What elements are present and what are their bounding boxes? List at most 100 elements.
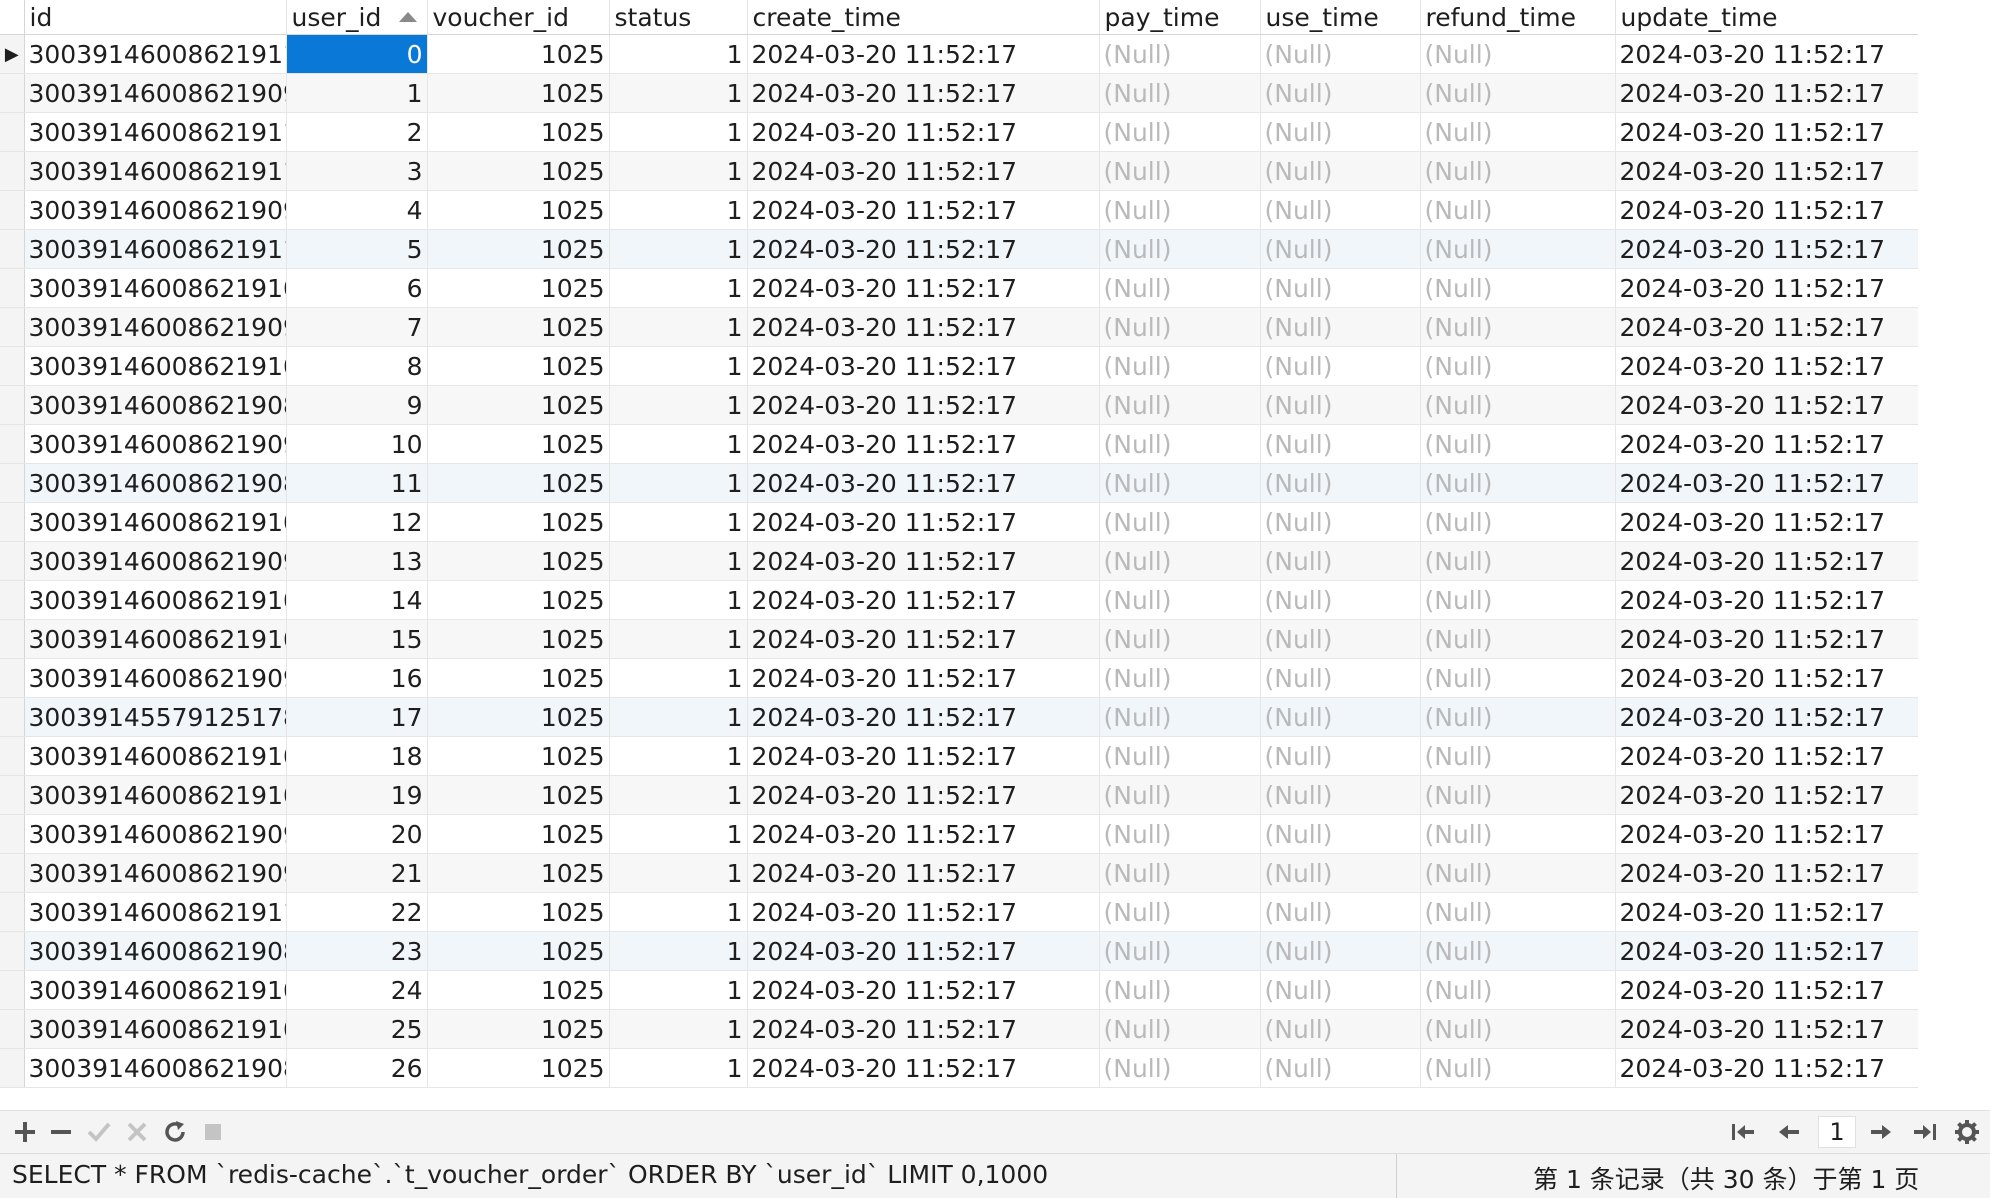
cell-voucher-id[interactable]: 1025 [427,229,610,269]
cell-pay-time[interactable]: (Null) [1099,970,1261,1010]
cell-use-time[interactable]: (Null) [1260,268,1421,308]
row-marker[interactable] [0,814,25,854]
next-page-icon[interactable] [1864,1115,1898,1149]
cell-update-time[interactable]: 2024-03-20 11:52:17 [1615,931,1919,971]
cell-status[interactable]: 1 [609,502,748,542]
cell-use-time[interactable]: (Null) [1260,970,1421,1010]
cell-voucher-id[interactable]: 1025 [427,931,610,971]
cell-status[interactable]: 1 [609,385,748,425]
table-row[interactable]: 30039146008621909210102512024-03-20 11:5… [0,424,1919,464]
cell-voucher-id[interactable]: 1025 [427,112,610,152]
cell-status[interactable]: 1 [609,697,748,737]
table-row[interactable]: 30039145579125178917102512024-03-20 11:5… [0,697,1919,737]
cell-id[interactable]: 300391460086219090 [24,853,287,893]
column-header-pay-time[interactable]: pay_time [1099,0,1261,35]
table-row[interactable]: 30039146008621910024102512024-03-20 11:5… [0,970,1919,1010]
cell-id[interactable]: 300391460086219089 [24,385,287,425]
cell-voucher-id[interactable]: 1025 [427,814,610,854]
cell-use-time[interactable]: (Null) [1260,736,1421,776]
cell-pay-time[interactable]: (Null) [1099,463,1261,503]
cell-pay-time[interactable]: (Null) [1099,931,1261,971]
cell-refund-time[interactable]: (Null) [1420,1048,1616,1088]
cell-voucher-id[interactable]: 1025 [427,424,610,464]
cell-create-time[interactable]: 2024-03-20 11:52:17 [747,853,1100,893]
cell-create-time[interactable]: 2024-03-20 11:52:17 [747,619,1100,659]
cell-user-id[interactable]: 3 [286,151,428,191]
row-marker[interactable] [0,229,25,269]
cell-status[interactable]: 1 [609,463,748,503]
cell-pay-time[interactable]: (Null) [1099,112,1261,152]
cell-id[interactable]: 300391460086219098 [24,658,287,698]
cell-status[interactable]: 1 [609,619,748,659]
cell-user-id[interactable]: 14 [286,580,428,620]
cell-user-id[interactable]: 5 [286,229,428,269]
cell-update-time[interactable]: 2024-03-20 11:52:17 [1615,1009,1919,1049]
table-row[interactable]: 30039146008621909816102512024-03-20 11:5… [0,658,1919,698]
row-marker[interactable] [0,307,25,347]
cell-id[interactable]: 300391460086219113 [24,151,287,191]
cell-id[interactable]: 300391460086219109 [24,580,287,620]
cell-status[interactable]: 1 [609,892,748,932]
cell-create-time[interactable]: 2024-03-20 11:52:17 [747,268,1100,308]
cell-update-time[interactable]: 2024-03-20 11:52:17 [1615,73,1919,113]
cell-create-time[interactable]: 2024-03-20 11:52:17 [747,970,1100,1010]
cell-id[interactable]: 300391460086219087 [24,931,287,971]
cell-status[interactable]: 1 [609,268,748,308]
table-row[interactable]: 30039146008621910819102512024-03-20 11:5… [0,775,1919,815]
cell-status[interactable]: 1 [609,229,748,269]
cell-voucher-id[interactable]: 1025 [427,853,610,893]
cell-create-time[interactable]: 2024-03-20 11:52:17 [747,112,1100,152]
cell-id[interactable]: 300391460086219112 [24,229,287,269]
cell-create-time[interactable]: 2024-03-20 11:52:17 [747,346,1100,386]
cell-refund-time[interactable]: (Null) [1420,424,1616,464]
cell-user-id[interactable]: 21 [286,853,428,893]
cell-status[interactable]: 1 [609,1048,748,1088]
cell-create-time[interactable]: 2024-03-20 11:52:17 [747,385,1100,425]
cell-voucher-id[interactable]: 1025 [427,73,610,113]
cell-pay-time[interactable]: (Null) [1099,34,1261,74]
row-marker[interactable] [0,853,25,893]
cell-status[interactable]: 1 [609,424,748,464]
cell-voucher-id[interactable]: 1025 [427,892,610,932]
table-row[interactable]: 30039146008621910318102512024-03-20 11:5… [0,736,1919,776]
cell-create-time[interactable]: 2024-03-20 11:52:17 [747,463,1100,503]
cell-update-time[interactable]: 2024-03-20 11:52:17 [1615,814,1919,854]
cell-refund-time[interactable]: (Null) [1420,931,1616,971]
row-marker[interactable] [0,112,25,152]
cell-voucher-id[interactable]: 1025 [427,34,610,74]
cell-update-time[interactable]: 2024-03-20 11:52:17 [1615,1048,1919,1088]
cell-status[interactable]: 1 [609,151,748,191]
cell-id[interactable]: 300391460086219106 [24,346,287,386]
cell-status[interactable]: 1 [609,307,748,347]
cell-pay-time[interactable]: (Null) [1099,697,1261,737]
cell-id[interactable]: 300391460086219104 [24,502,287,542]
cell-id[interactable]: 300391460086219105 [24,619,287,659]
cell-update-time[interactable]: 2024-03-20 11:52:17 [1615,112,1919,152]
cell-pay-time[interactable]: (Null) [1099,658,1261,698]
cell-refund-time[interactable]: (Null) [1420,502,1616,542]
cell-use-time[interactable]: (Null) [1260,190,1421,230]
cell-user-id[interactable]: 4 [286,190,428,230]
cell-update-time[interactable]: 2024-03-20 11:52:17 [1615,619,1919,659]
cell-pay-time[interactable]: (Null) [1099,229,1261,269]
cell-use-time[interactable]: (Null) [1260,502,1421,542]
cell-status[interactable]: 1 [609,970,748,1010]
cell-update-time[interactable]: 2024-03-20 11:52:17 [1615,34,1919,74]
row-marker[interactable] [0,190,25,230]
cell-update-time[interactable]: 2024-03-20 11:52:17 [1615,463,1919,503]
cell-pay-time[interactable]: (Null) [1099,541,1261,581]
cell-user-id[interactable]: 7 [286,307,428,347]
cell-pay-time[interactable]: (Null) [1099,1048,1261,1088]
cell-user-id[interactable]: 22 [286,892,428,932]
cell-user-id[interactable]: 12 [286,502,428,542]
row-marker[interactable] [0,541,25,581]
cell-status[interactable]: 1 [609,1009,748,1049]
cell-refund-time[interactable]: (Null) [1420,73,1616,113]
cell-status[interactable]: 1 [609,658,748,698]
cell-user-id[interactable]: 0 [286,34,428,74]
table-row[interactable]: 3003914600862190899102512024-03-20 11:52… [0,385,1919,425]
table-row[interactable]: 3003914600862191133102512024-03-20 11:52… [0,151,1919,191]
cell-status[interactable]: 1 [609,34,748,74]
cell-pay-time[interactable]: (Null) [1099,775,1261,815]
table-row[interactable]: 30039146008621909113102512024-03-20 11:5… [0,541,1919,581]
